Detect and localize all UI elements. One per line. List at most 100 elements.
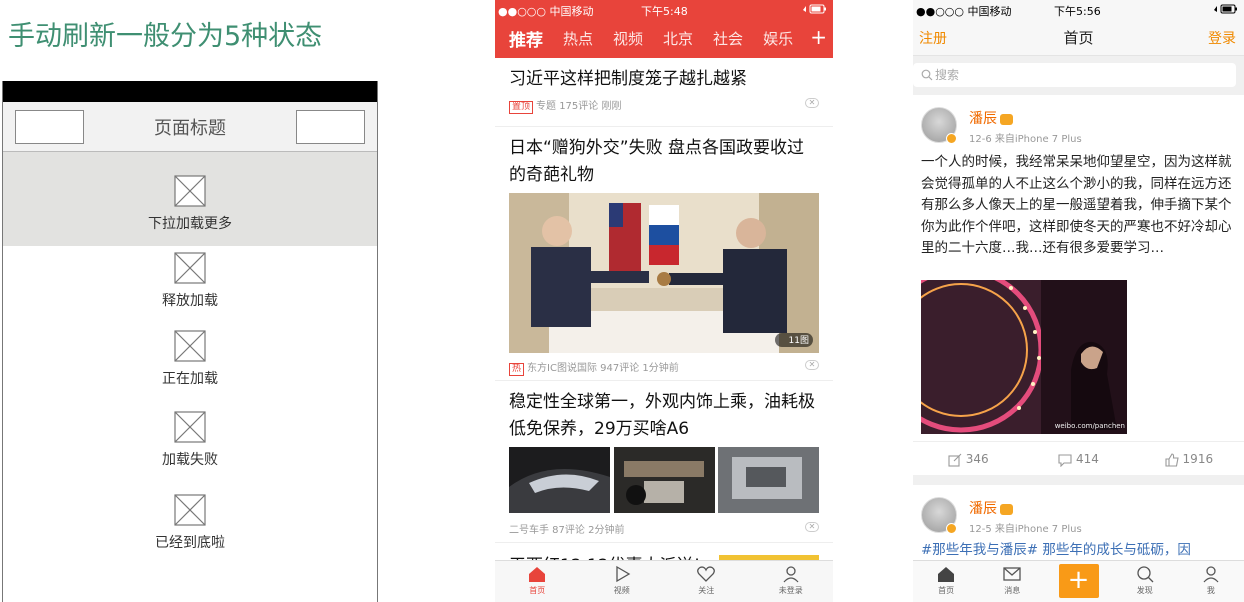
post-photo[interactable]: weibo.com/panchen xyxy=(921,280,1127,434)
mail-icon xyxy=(1003,567,1021,581)
clock: 下午5:48 xyxy=(641,5,688,18)
clock: 下午5:56 xyxy=(1054,5,1101,18)
ferris-wheel-portrait-photo xyxy=(921,280,1127,434)
placeholder-image-icon xyxy=(174,330,206,362)
state-label: 释放加载 xyxy=(162,293,218,309)
right-nav-button[interactable] xyxy=(296,110,365,144)
status-bar xyxy=(3,81,377,102)
wireframe-phone: 页面标题 下拉加载更多 释放加载 正在加载 加载失败 已经到底啦 xyxy=(2,81,378,602)
news-title: 习近平这样把制度笼子越扎越紧 xyxy=(509,69,747,89)
carrier-label: ●●○○○ 中国移动 xyxy=(916,5,1012,18)
username-text: 潘辰 xyxy=(969,501,997,517)
tab-beijing[interactable]: 北京 xyxy=(663,28,693,49)
nav-me[interactable]: 我 xyxy=(1178,561,1244,602)
nav-home[interactable]: 首页 xyxy=(495,561,580,602)
battery-icon xyxy=(801,4,827,17)
dismiss-icon[interactable]: ✕ xyxy=(805,360,819,370)
repost-button[interactable]: 346 xyxy=(913,442,1023,475)
news-app-screen: ●●○○○ 中国移动 下午5:48 推荐 热点 视频 北京 社会 娱乐 + 习近… xyxy=(495,0,833,602)
photo-watermark: weibo.com/panchen xyxy=(1054,422,1125,430)
nav-label: 消息 xyxy=(1004,586,1021,595)
nav-label: 首页 xyxy=(529,586,546,595)
placeholder-image-icon xyxy=(174,494,206,526)
weibo-post[interactable]: 潘辰 12-5 来自iPhone 7 Plus #那些年我与潘辰# 那些年的成长… xyxy=(913,485,1244,565)
nav-label: 视频 xyxy=(613,586,630,595)
plus-icon: + xyxy=(1058,564,1099,598)
comment-icon xyxy=(1058,453,1072,467)
page-title: 首页 xyxy=(1063,29,1094,47)
news-meta-text: 东方IC图说国际 947评论 1分钟前 xyxy=(527,363,679,374)
carrier-label: ●●○○○ 中国移动 xyxy=(498,5,594,18)
search-input[interactable]: 搜索 xyxy=(913,63,1236,87)
state-release-to-load: 释放加载 xyxy=(3,252,377,310)
compose-button[interactable]: + xyxy=(1045,561,1111,602)
bottom-tab-bar: 首页 消息 + 发现 我 xyxy=(913,560,1244,602)
comment-count: 414 xyxy=(1076,452,1099,466)
play-icon xyxy=(616,565,631,583)
news-item[interactable]: 稳定性全球第一，外观内饰上乘，油耗极低免保养，29万买啥A6 二号车手 87评论… xyxy=(495,381,833,543)
thumbs-up-icon xyxy=(1164,452,1179,467)
nav-video[interactable]: 视频 xyxy=(580,561,665,602)
news-meta: 热东方IC图说国际 947评论 1分钟前 ✕ xyxy=(509,359,819,376)
comment-button[interactable]: 414 xyxy=(1023,442,1133,475)
news-item[interactable]: 日本“赠狗外交”失败 盘点各国政要收过的奇葩礼物 11图 热 东方IC图说国际 … xyxy=(495,127,833,381)
nav-label: 首页 xyxy=(938,586,955,595)
tab-entertainment[interactable]: 娱乐 xyxy=(763,28,793,49)
tab-society[interactable]: 社会 xyxy=(713,28,743,49)
news-title: 稳定性全球第一，外观内饰上乘，油耗极低免保养，29万买啥A6 xyxy=(509,392,815,439)
user-icon xyxy=(1203,566,1219,583)
username[interactable]: 潘辰 xyxy=(969,498,1013,518)
tab-recommend[interactable]: 推荐 xyxy=(509,26,543,51)
dismiss-icon[interactable]: ✕ xyxy=(805,522,819,532)
news-item[interactable]: 习近平这样把制度笼子越扎越紧 置顶 专题 175评论 刚刚 ✕ xyxy=(495,58,833,127)
nav-login[interactable]: 未登录 xyxy=(749,561,834,602)
news-meta: 置顶 专题 175评论 刚刚 ✕ xyxy=(509,97,819,114)
tab-hot[interactable]: 热点 xyxy=(563,28,593,49)
post-text: #那些年我与潘辰# 那些年的成长与砥砺，因 xyxy=(921,542,1191,558)
nav-label: 我 xyxy=(1206,586,1215,595)
weibo-post[interactable]: 潘辰 12-6 来自iPhone 7 Plus 一个人的时候，我经常呆呆地仰望星… xyxy=(913,95,1244,475)
nav-discover[interactable]: 发现 xyxy=(1112,561,1178,602)
nav-home[interactable]: 首页 xyxy=(913,561,979,602)
news-photo: 11图 xyxy=(509,193,819,353)
news-meta-text: 专题 175评论 刚刚 xyxy=(536,101,622,112)
verified-badge-icon xyxy=(946,523,957,534)
news-thumbnails xyxy=(509,447,819,513)
state-pull-to-load: 下拉加载更多 xyxy=(3,175,377,233)
state-label: 已经到底啦 xyxy=(155,535,225,551)
member-crown-icon xyxy=(1000,113,1013,125)
pinned-badge: 置顶 xyxy=(509,101,534,114)
like-count: 1916 xyxy=(1182,452,1214,466)
image-count-badge: 11图 xyxy=(788,336,809,346)
nav-label: 发现 xyxy=(1136,586,1153,595)
heart-icon xyxy=(697,566,716,582)
car-headlight-thumbnail xyxy=(509,447,610,513)
search-icon xyxy=(921,69,933,81)
nav-label: 关注 xyxy=(698,586,715,595)
page-heading: 手动刷新一般分为5种状态 xyxy=(8,21,323,52)
repost-icon xyxy=(948,453,962,467)
verified-badge-icon xyxy=(946,133,957,144)
home-icon xyxy=(938,567,955,582)
dismiss-icon[interactable]: ✕ xyxy=(805,98,819,108)
status-bar: ●●○○○ 中国移动 下午5:48 xyxy=(495,0,833,18)
placeholder-image-icon xyxy=(174,252,206,284)
news-meta: 二号车手 87评论 2分钟前 ✕ xyxy=(509,521,819,537)
username[interactable]: 潘辰 xyxy=(969,108,1013,128)
state-label: 加载失败 xyxy=(162,452,218,468)
nav-follow[interactable]: 关注 xyxy=(664,561,749,602)
news-meta-text: 二号车手 87评论 2分钟前 xyxy=(509,525,625,536)
user-icon xyxy=(783,566,799,583)
top-nav-bar: 注册 首页 登录 xyxy=(913,18,1244,56)
post-actions: 346 414 1916 xyxy=(913,441,1244,475)
add-channel-button[interactable]: + xyxy=(810,25,827,49)
placeholder-image-icon xyxy=(174,411,206,443)
tab-video[interactable]: 视频 xyxy=(613,28,643,49)
hot-badge: 热 xyxy=(509,363,525,376)
login-link[interactable]: 登录 xyxy=(1208,28,1236,48)
state-end-reached: 已经到底啦 xyxy=(3,494,377,552)
like-button[interactable]: 1916 xyxy=(1134,442,1244,475)
nav-messages[interactable]: 消息 xyxy=(979,561,1045,602)
nav-label: 未登录 xyxy=(778,586,803,595)
title-bar: 页面标题 xyxy=(3,102,377,152)
